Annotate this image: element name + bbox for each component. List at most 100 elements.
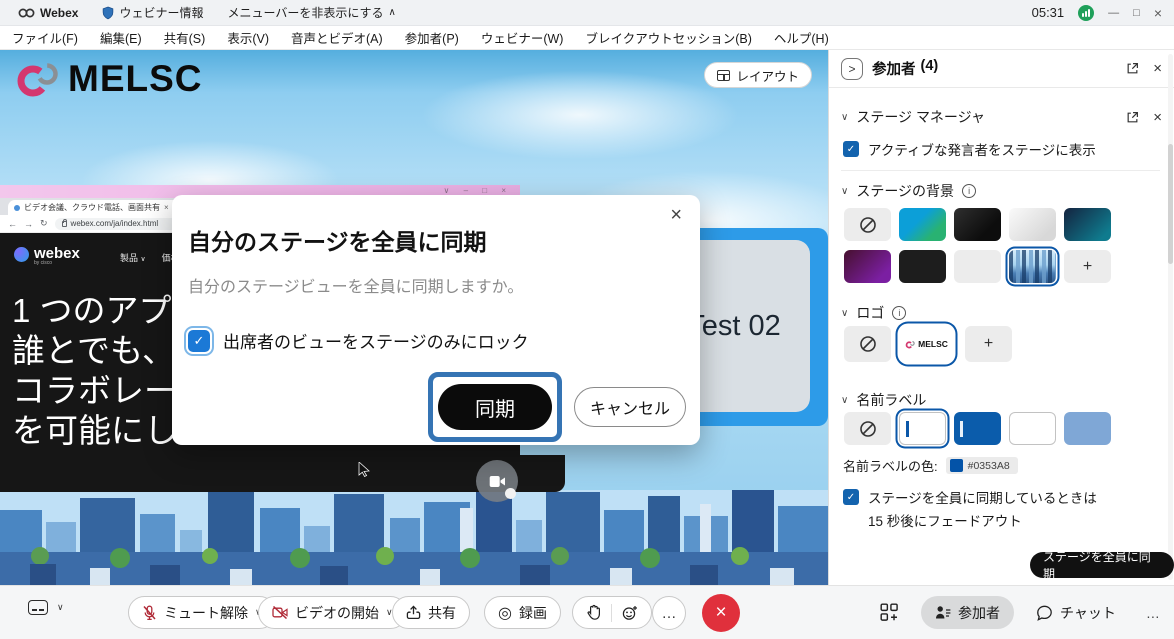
logo-section-header[interactable]: ∨ ロゴ i [841,303,1162,323]
stage-bg-option-gray[interactable] [954,250,1001,283]
name-label-option-4[interactable] [1064,412,1111,445]
menu-participants[interactable]: 参加者(P) [405,28,459,47]
sync-button-focus-ring: 同期 [428,372,562,442]
fade-out-checkbox[interactable]: ✓ [843,489,859,505]
share-icon [406,605,421,620]
active-speaker-checkbox[interactable]: ✓ [843,141,859,157]
chat-toggle-button[interactable]: チャット [1036,603,1116,623]
title-bar: Webex ウェビナー情報 メニューバーを非表示にする ∧ 05:31 — □ … [0,0,1174,26]
mouse-cursor [358,462,371,477]
captions-control[interactable]: ∨ [28,600,64,615]
panel-close-icon[interactable]: × [1153,61,1162,76]
participant-count: (4) [921,58,939,79]
name-label-color-picker[interactable]: #0353A8 [946,457,1018,474]
stage-manager-close-icon[interactable]: × [1153,110,1162,125]
record-button[interactable]: ◎ 録画 [484,596,561,629]
minimize-button[interactable]: — [1108,7,1119,19]
active-speaker-row: ✓ アクティブな発言者をステージに表示 [843,139,1096,159]
stage-bg-option-none[interactable] [844,208,891,241]
tab-close-icon[interactable]: × [164,203,169,212]
popout-icon[interactable] [1126,62,1139,75]
webex-window: Webex ウェビナー情報 メニューバーを非表示にする ∧ 05:31 — □ … [0,0,1174,639]
reload-icon[interactable]: ↻ [40,218,48,229]
logo-add-button[interactable]: + [965,326,1012,362]
chevron-up-icon: ∧ [389,7,396,18]
menu-view[interactable]: 表示(V) [227,28,269,47]
name-label-option-3[interactable] [1009,412,1056,445]
forward-icon[interactable]: → [24,219,33,229]
popout-icon[interactable] [1126,111,1139,124]
stage-bg-option-black[interactable] [899,250,946,283]
lock-view-checkbox[interactable]: ✓ [188,330,210,352]
chat-icon [1036,605,1053,621]
participants-toggle-button[interactable]: 参加者 [921,596,1014,629]
cancel-button[interactable]: キャンセル [574,387,686,427]
dialog-message: 自分のステージビューを全員に同期しますか。 [188,273,523,297]
menu-webinar[interactable]: ウェビナー(W) [481,28,564,47]
self-video-bubble[interactable] [476,460,518,502]
panel-scrollbar[interactable] [1168,54,1173,580]
active-speaker-label: アクティブな発言者をステージに表示 [868,139,1096,159]
more-panels-button[interactable]: … [1146,605,1160,621]
sync-button[interactable]: 同期 [438,384,552,430]
stage-bg-option-purple[interactable] [844,250,891,283]
logo-option-none[interactable] [844,326,891,362]
control-bar: ∨ ミュート解除 ∨ ビデオの開始 ∨ 共有 [0,585,1174,639]
back-icon[interactable]: ← [8,219,17,229]
stage-manager-header[interactable]: ∨ ステージ マネージャ × [841,107,1162,127]
divider [611,604,612,622]
name-label-option-2[interactable] [954,412,1001,445]
menu-breakout[interactable]: ブレイクアウトセッション(B) [585,28,751,47]
melsc-heart-icon [905,339,916,350]
menu-share[interactable]: 共有(S) [164,28,206,47]
reactions-control [572,596,652,629]
layout-button[interactable]: レイアウト [704,62,812,88]
none-icon [859,420,877,438]
menu-edit[interactable]: 編集(E) [100,28,142,47]
maximize-button[interactable]: □ [1133,7,1140,19]
fade-out-label-line2: 15 秒後にフェードアウト [868,510,1022,530]
share-button[interactable]: 共有 [392,596,470,629]
meeting-timer: 05:31 [1032,5,1065,20]
dialog-close-icon[interactable]: × [670,205,682,225]
apps-icon[interactable] [880,603,899,622]
camera-icon [489,475,506,488]
name-label-section-header[interactable]: ∨ 名前ラベル [841,390,1162,410]
unmute-button[interactable]: ミュート解除 ∨ [128,596,276,629]
menu-audio-video[interactable]: 音声とビデオ(A) [291,28,383,47]
shield-icon [102,6,114,20]
name-label-option-none[interactable] [844,412,891,445]
stage-bg-option-light[interactable] [1009,208,1056,241]
stage-bg-add-button[interactable]: + [1064,250,1111,283]
more-options-button[interactable]: … [652,596,686,630]
dialog-title: 自分のステージを全員に同期 [188,223,487,257]
start-video-button[interactable]: ビデオの開始 ∨ [258,596,407,629]
stage-background-header[interactable]: ∨ ステージの背景 i [841,181,1162,201]
webinar-info-button[interactable]: ウェビナー情報 [94,0,211,26]
menu-file[interactable]: ファイル(F) [12,28,78,47]
name-label-color-row: 名前ラベルの色: #0353A8 [843,456,1018,475]
close-window-button[interactable]: × [1154,5,1162,21]
stage-bg-option-teal[interactable] [1064,208,1111,241]
stage-bg-option-city-selected[interactable] [1009,250,1056,283]
stage-bg-option-bluegreen[interactable] [899,208,946,241]
hide-menubar-button[interactable]: メニューバーを非表示にする ∧ [219,0,403,26]
logo-option-melsc-selected[interactable]: MELSC [899,325,954,363]
menu-help[interactable]: ヘルプ(H) [774,28,829,47]
melsc-heart-icon [14,56,64,102]
panel-collapse-button[interactable]: > [841,58,863,80]
stage-bg-option-dark[interactable] [954,208,1001,241]
reactions-smiley-icon[interactable] [622,605,638,621]
participant-name: Test 02 [687,310,781,343]
site-nav-products[interactable]: 製品 ∨ [120,251,146,264]
name-label-option-1-selected[interactable] [899,412,946,445]
leave-meeting-button[interactable]: × [702,594,740,632]
stage-brand-text: MELSC [68,58,203,100]
raise-hand-icon[interactable] [586,604,601,621]
info-icon[interactable]: i [892,306,906,320]
camera-off-icon [272,606,288,619]
fade-out-row: ✓ ステージを全員に同期しているときは [843,487,1097,507]
connection-quality-icon[interactable] [1078,5,1094,21]
info-icon[interactable]: i [962,184,976,198]
favicon [14,205,20,211]
